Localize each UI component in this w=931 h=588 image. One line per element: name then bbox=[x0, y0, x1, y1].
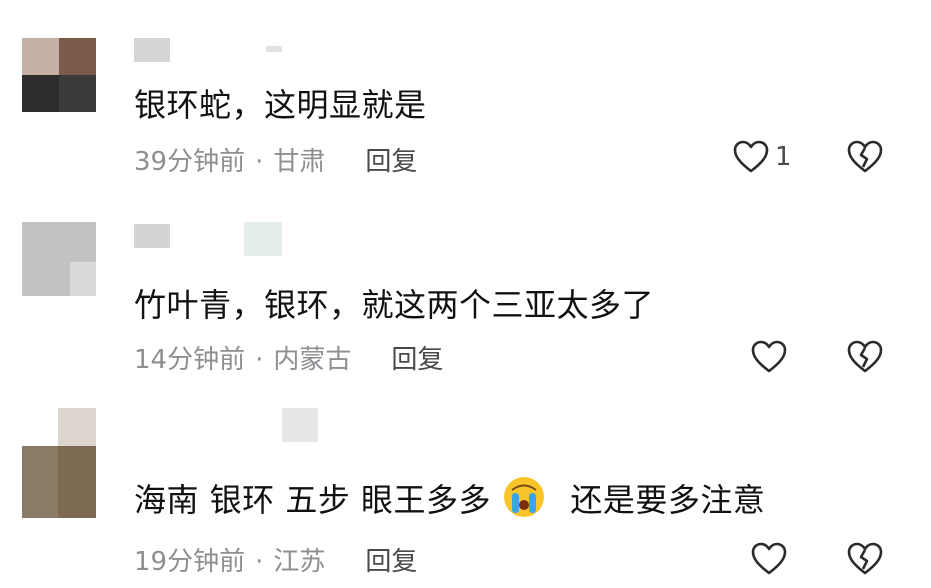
meta-separator: · bbox=[255, 345, 264, 375]
comment-meta: 39分钟前 · 甘肃 回复 bbox=[134, 141, 417, 178]
avatar[interactable] bbox=[22, 222, 96, 296]
like-count: 1 bbox=[775, 142, 792, 172]
username-blurred bbox=[266, 46, 282, 52]
broken-heart-icon bbox=[847, 340, 883, 373]
comment-time: 14分钟前 bbox=[134, 345, 246, 375]
comment-meta: 19分钟前 · 江苏 回复 bbox=[134, 541, 417, 578]
comment-meta: 14分钟前 · 内蒙古 回复 bbox=[134, 339, 443, 376]
broken-heart-icon bbox=[847, 140, 883, 173]
comment-text: 竹叶青，银环，就这两个三亚太多了 bbox=[134, 286, 655, 324]
reply-button[interactable]: 回复 bbox=[365, 147, 417, 177]
comment-text: 银环蛇，这明显就是 bbox=[134, 86, 427, 124]
dislike-button[interactable] bbox=[847, 340, 883, 378]
like-button[interactable] bbox=[751, 542, 793, 576]
meta-separator: · bbox=[255, 147, 264, 177]
avatar[interactable] bbox=[22, 408, 96, 518]
reply-button[interactable]: 回复 bbox=[365, 547, 417, 577]
username-blurred bbox=[244, 222, 282, 256]
heart-outline-icon bbox=[733, 140, 769, 173]
avatar[interactable] bbox=[22, 38, 96, 112]
comment-text-part: 还是要多注意 bbox=[570, 481, 766, 519]
dislike-button[interactable] bbox=[847, 542, 883, 580]
like-button[interactable] bbox=[751, 340, 793, 374]
heart-outline-icon bbox=[751, 542, 787, 575]
comment-text-part: 海南 银环 五步 眼王多多 bbox=[134, 481, 492, 519]
username-blurred[interactable] bbox=[134, 38, 170, 62]
comment-location: 江苏 bbox=[273, 547, 326, 577]
comment-time: 39分钟前 bbox=[134, 147, 246, 177]
reply-button[interactable]: 回复 bbox=[391, 345, 443, 375]
heart-outline-icon bbox=[751, 340, 787, 373]
username-blurred[interactable] bbox=[282, 408, 318, 442]
comment-location: 内蒙古 bbox=[273, 345, 352, 375]
like-button[interactable]: 1 bbox=[733, 140, 792, 174]
comment-text: 海南 银环 五步 眼王多多 还是要多注意 bbox=[134, 475, 765, 521]
comment-location: 甘肃 bbox=[273, 147, 326, 177]
meta-separator: · bbox=[255, 547, 264, 577]
username-blurred[interactable] bbox=[134, 224, 170, 248]
broken-heart-icon bbox=[847, 542, 883, 575]
comment-time: 19分钟前 bbox=[134, 547, 246, 577]
dislike-button[interactable] bbox=[847, 140, 883, 178]
crying-face-icon bbox=[503, 477, 544, 517]
